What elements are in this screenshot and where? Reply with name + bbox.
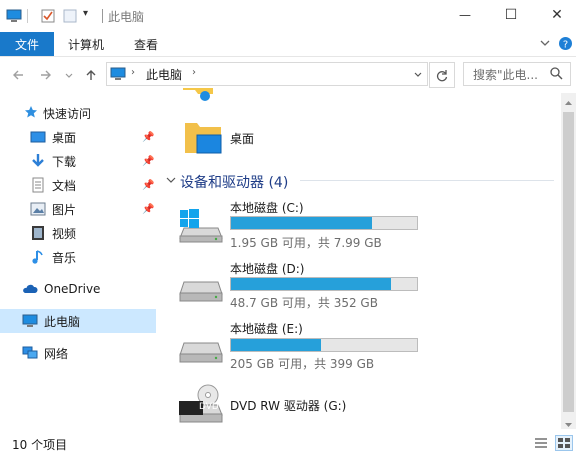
group-divider bbox=[300, 180, 554, 181]
chevron-down-icon[interactable] bbox=[538, 36, 552, 50]
customize-toolbar-dropdown[interactable]: ▾ bbox=[83, 8, 88, 19]
close-button[interactable]: ✕ bbox=[534, 0, 576, 30]
drive-name[interactable]: DVD RW 驱动器 (G:) bbox=[230, 397, 346, 414]
network-icon bbox=[22, 345, 38, 361]
new-folder-icon[interactable] bbox=[62, 8, 78, 24]
sidebar-item-label: 视频 bbox=[52, 226, 77, 241]
sidebar-item-quick-access[interactable]: 快速访问 bbox=[0, 101, 156, 125]
sidebar-item-label: 下载 bbox=[52, 154, 77, 169]
computer-icon bbox=[22, 313, 38, 329]
properties-icon[interactable] bbox=[40, 8, 56, 24]
hard-drive-icon[interactable] bbox=[178, 276, 224, 306]
tab-computer[interactable]: 计算机 bbox=[68, 32, 104, 56]
up-arrow-icon[interactable] bbox=[82, 66, 100, 84]
large-icons-view-icon[interactable] bbox=[555, 435, 573, 451]
pin-icon[interactable]: 📌 bbox=[142, 180, 154, 191]
scroll-up-icon[interactable] bbox=[564, 97, 573, 106]
refresh-button[interactable] bbox=[429, 62, 455, 88]
sidebar-item-label: 音乐 bbox=[52, 250, 77, 265]
desktop-icon bbox=[30, 129, 46, 145]
details-view-icon[interactable] bbox=[534, 437, 548, 449]
back-arrow-icon[interactable] bbox=[9, 66, 27, 84]
sidebar-item-desktop[interactable]: 桌面 📌 bbox=[0, 125, 156, 149]
title-separator bbox=[102, 9, 103, 23]
windows-drive-icon[interactable] bbox=[178, 208, 224, 244]
chevron-down-icon[interactable] bbox=[165, 174, 177, 186]
help-icon[interactable]: ? bbox=[558, 36, 573, 51]
search-icon[interactable] bbox=[549, 66, 563, 80]
breadcrumb-this-pc[interactable]: 此电脑 bbox=[146, 66, 182, 83]
drive-space-text: 205 GB 可用，共 399 GB bbox=[230, 357, 375, 371]
sidebar-item-videos[interactable]: 视频 bbox=[0, 221, 156, 245]
sidebar-item-label: 桌面 bbox=[52, 130, 77, 145]
sidebar-item-music[interactable]: 音乐 bbox=[0, 245, 156, 269]
address-dropdown-icon[interactable] bbox=[409, 63, 426, 85]
drive-space-text: 1.95 GB 可用，共 7.99 GB bbox=[230, 236, 382, 250]
drive-usage-fill bbox=[231, 278, 392, 290]
toolbar-separator bbox=[27, 9, 28, 23]
picture-icon bbox=[30, 201, 46, 217]
sidebar-item-documents[interactable]: 文档 📌 bbox=[0, 173, 156, 197]
sidebar-item-this-pc[interactable]: 此电脑 bbox=[0, 309, 156, 333]
hard-drive-icon[interactable] bbox=[178, 337, 224, 367]
sidebar-item-label: 图片 bbox=[52, 202, 77, 217]
forward-arrow-icon[interactable] bbox=[37, 66, 55, 84]
scroll-down-icon[interactable] bbox=[564, 418, 573, 427]
pin-icon[interactable]: 📌 bbox=[142, 204, 154, 215]
sidebar-item-pictures[interactable]: 图片 📌 bbox=[0, 197, 156, 221]
svg-text:?: ? bbox=[563, 40, 568, 51]
pin-icon[interactable]: 📌 bbox=[142, 156, 154, 167]
desktop-folder-icon[interactable] bbox=[183, 117, 223, 157]
drive-usage-bar bbox=[230, 216, 418, 230]
star-icon bbox=[24, 105, 40, 121]
search-placeholder: 搜索"此电... bbox=[473, 68, 538, 82]
tab-view[interactable]: 查看 bbox=[134, 32, 158, 56]
dvd-badge: DVD bbox=[199, 402, 219, 412]
sidebar-item-onedrive[interactable]: OneDrive bbox=[0, 277, 156, 301]
tab-file[interactable]: 文件 bbox=[0, 32, 54, 56]
video-icon bbox=[30, 225, 46, 241]
pin-icon[interactable]: 📌 bbox=[142, 132, 154, 143]
drive-usage-bar bbox=[230, 338, 418, 352]
folder-label-desktop[interactable]: 桌面 bbox=[230, 130, 254, 147]
group-header-devices[interactable]: 设备和驱动器 (4) bbox=[180, 172, 288, 192]
breadcrumb-chevron-icon[interactable]: › bbox=[192, 67, 196, 78]
sidebar-item-label: 文档 bbox=[52, 178, 77, 193]
recent-locations-chevron-icon[interactable] bbox=[60, 66, 78, 84]
status-bar bbox=[0, 431, 576, 453]
drive-name[interactable]: 本地磁盘 (E:) bbox=[230, 320, 303, 337]
drive-name[interactable]: 本地磁盘 (C:) bbox=[230, 199, 304, 216]
document-icon bbox=[30, 177, 46, 193]
breadcrumb-chevron-icon[interactable]: › bbox=[131, 67, 135, 78]
music-icon bbox=[30, 249, 46, 265]
partial-folder-icon bbox=[183, 88, 213, 102]
maximize-button[interactable]: ☐ bbox=[488, 0, 534, 30]
computer-icon bbox=[110, 66, 126, 82]
sidebar-item-label: 网络 bbox=[44, 346, 69, 361]
drive-usage-fill bbox=[231, 217, 372, 229]
sidebar-item-label: OneDrive bbox=[44, 282, 101, 296]
sidebar-item-downloads[interactable]: 下载 📌 bbox=[0, 149, 156, 173]
drive-usage-bar bbox=[230, 277, 418, 291]
drive-usage-fill bbox=[231, 339, 322, 351]
item-count: 10 个项目 bbox=[12, 438, 68, 452]
cloud-icon bbox=[22, 281, 38, 297]
sidebar-item-network[interactable]: 网络 bbox=[0, 341, 156, 365]
scroll-thumb[interactable] bbox=[563, 112, 574, 412]
drive-space-text: 48.7 GB 可用，共 352 GB bbox=[230, 296, 378, 310]
sidebar-item-label: 快速访问 bbox=[43, 106, 92, 121]
sidebar-item-label: 此电脑 bbox=[44, 314, 81, 329]
download-icon bbox=[30, 153, 46, 169]
minimize-button[interactable]: — bbox=[442, 0, 488, 30]
window-title: 此电脑 bbox=[108, 10, 145, 24]
drive-name[interactable]: 本地磁盘 (D:) bbox=[230, 260, 304, 277]
computer-icon[interactable] bbox=[6, 8, 22, 24]
